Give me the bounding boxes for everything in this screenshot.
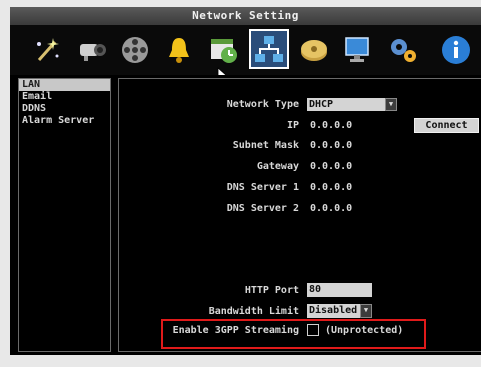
dns-server-2-value[interactable]: 0.0.0.0 [310,203,352,214]
gpp-streaming-label: Enable 3GPP Streaming [172,325,299,336]
ip-label: IP [286,120,299,131]
camera-icon[interactable] [75,33,109,67]
network-type-value: DHCP [309,99,334,110]
subnet-mask-value[interactable]: 0.0.0.0 [310,140,352,151]
connect-button[interactable]: Connect [414,118,479,133]
http-port-label: HTTP Port [244,285,299,296]
dns-server-1-value[interactable]: 0.0.0.0 [310,182,352,193]
gpp-streaming-checkbox[interactable] [307,324,319,336]
gateway-value[interactable]: 0.0.0.0 [310,161,352,172]
sidebar-item-alarm-server[interactable]: Alarm Server [19,115,110,127]
dns-server-2-label: DNS Server 2 [226,203,299,214]
schedule-clock-icon[interactable] [207,33,241,67]
chevron-down-icon: ▼ [385,98,397,111]
network-type-label: Network Type [226,99,299,110]
settings-sidebar: LAN Email DDNS Alarm Server [18,78,111,352]
gateway-label: Gateway [256,161,299,172]
bandwidth-limit-label: Bandwidth Limit [208,306,299,317]
top-border [0,0,481,7]
menu-toolbar [10,25,481,75]
network-icon[interactable] [249,29,289,69]
window-title: Network Setting [10,7,481,25]
dns-server-1-label: DNS Server 1 [226,182,299,193]
dvr-network-setting-screen: Network Setting LAN Email DDNS Alarm Ser… [0,0,481,367]
info-icon[interactable] [439,33,473,67]
alarm-bell-icon[interactable] [162,33,196,67]
network-type-select[interactable]: DHCP ▼ [307,98,397,111]
sidebar-item-ddns[interactable]: DDNS [19,103,110,115]
bandwidth-limit-value: Disabled [309,305,358,316]
subnet-mask-label: Subnet Mask [232,140,299,151]
bottom-border [0,355,481,367]
hard-disk-icon[interactable] [297,33,331,67]
sidebar-item-lan[interactable]: LAN [19,79,110,91]
bandwidth-limit-select[interactable]: Disabled ▼ [307,304,372,318]
system-gears-icon[interactable] [386,33,420,67]
left-border [0,7,10,355]
gpp-streaming-note: (Unprotected) [325,325,404,336]
sidebar-item-email[interactable]: Email [19,91,110,103]
film-reel-icon[interactable] [118,33,152,67]
ip-value[interactable]: 0.0.0.0 [310,120,352,131]
chevron-down-icon: ▼ [360,304,372,318]
monitor-icon[interactable] [340,33,374,67]
http-port-input[interactable]: 80 [307,283,372,297]
wizard-wand-icon[interactable] [30,33,64,67]
